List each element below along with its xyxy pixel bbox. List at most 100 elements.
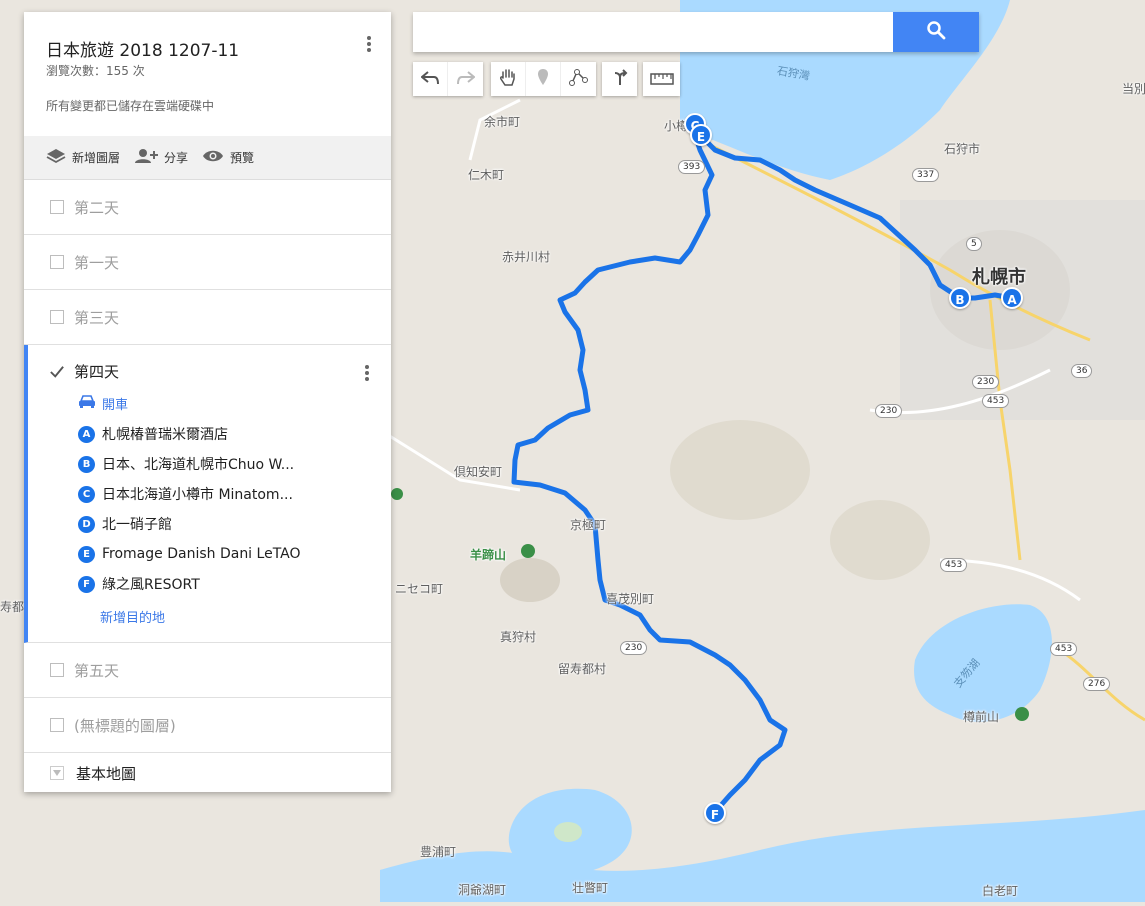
map-label-sapporo: 札幌市: [972, 267, 1026, 288]
map-legend-panel: 日本旅遊 2018 1207-11 瀏覽次數：155 次 所有變更都已儲存在雲端…: [24, 12, 391, 792]
layer-item-active[interactable]: 第四天 開車 A 札幌椿普瑞米爾酒店 B 日本、北海道札幌市Chuo W... C日…: [24, 345, 391, 643]
redo-icon: [456, 70, 476, 89]
stop-letter: A: [78, 425, 95, 443]
expand-arrow-icon: [50, 766, 64, 780]
search-icon: [926, 20, 946, 44]
hand-icon: [499, 67, 517, 91]
map-label-akaigawa: 赤井川村: [502, 250, 551, 264]
map-label-sobetsu: 壮瞥町: [572, 881, 609, 895]
route-stop[interactable]: C 日本北海道小樽市 Minatom...: [78, 485, 391, 503]
save-status: 所有變更都已儲存在雲端硬碟中: [46, 99, 215, 113]
stop-name: 日本北海道小樽市 Minatom...: [102, 487, 293, 503]
eye-icon: [202, 149, 230, 166]
road-shield: 453: [1050, 642, 1078, 656]
ruler-icon: [649, 70, 674, 89]
redo-button[interactable]: [448, 62, 483, 96]
map-label-toyako: 洞爺湖町: [458, 883, 507, 897]
layer-item[interactable]: 第二天: [24, 180, 391, 235]
measure-toolbar: [643, 62, 680, 96]
travel-mode[interactable]: 開車: [78, 394, 391, 413]
marker-icon: [537, 68, 549, 90]
road-shield: 230: [875, 404, 903, 418]
travel-mode-label: 開車: [102, 398, 129, 413]
measure-button[interactable]: [643, 62, 680, 96]
draw-toolbar: [491, 62, 596, 96]
map-label-tobetsu: 当別: [1122, 82, 1145, 96]
checkmark-icon: [50, 365, 64, 378]
route-marker-f[interactable]: F: [704, 802, 726, 824]
search-input[interactable]: [413, 12, 891, 52]
map-options-button[interactable]: [361, 34, 377, 56]
add-marker-button[interactable]: [526, 62, 561, 96]
layer-name: 第五天: [74, 661, 120, 680]
layer-checkbox[interactable]: [50, 718, 64, 732]
route-marker-e[interactable]: E: [690, 124, 712, 146]
map-label-makkari: 真狩村: [500, 630, 537, 644]
preview-label: 預覽: [230, 151, 255, 165]
add-directions-button[interactable]: [602, 62, 637, 96]
draw-line-icon: [568, 68, 589, 90]
add-person-icon: [134, 148, 164, 167]
stop-name: 北一硝子館: [102, 517, 172, 533]
layer-item[interactable]: 第五天: [24, 643, 391, 698]
route-marker-b[interactable]: B: [949, 287, 971, 309]
stop-name: Fromage Danish Dani LeTAO: [102, 546, 301, 562]
route-stop[interactable]: F 綠之風RESORT: [78, 575, 391, 593]
map-label-yoichi: 余市町: [484, 115, 521, 129]
road-shield: 230: [972, 375, 1000, 389]
history-toolbar: [413, 62, 483, 96]
share-label: 分享: [164, 151, 189, 165]
undo-button[interactable]: [413, 62, 448, 96]
layer-name: 第一天: [74, 253, 120, 272]
basemap-label: 基本地圖: [76, 764, 137, 783]
road-shield: 393: [678, 160, 706, 174]
map-label-kimobetsu: 喜茂別町: [606, 592, 655, 606]
add-layer-label: 新增圖層: [72, 151, 121, 165]
preview-button[interactable]: 預覽: [202, 149, 254, 166]
map-label-tarumae: 樽前山: [963, 710, 1000, 724]
map-title[interactable]: 日本旅遊 2018 1207-11: [46, 36, 239, 61]
stop-name: 綠之風RESORT: [102, 577, 200, 593]
car-icon: [78, 394, 102, 413]
layer-name: 第四天: [74, 363, 120, 381]
stop-letter: E: [78, 545, 95, 563]
search-button[interactable]: [893, 12, 979, 52]
layer-item[interactable]: (無標題的圖層): [24, 698, 391, 753]
stop-letter: D: [78, 515, 95, 533]
map-label-niseko: ニセコ町: [395, 582, 444, 596]
share-button[interactable]: 分享: [134, 148, 188, 167]
add-destination-link[interactable]: 新增目的地: [100, 607, 391, 626]
layer-item[interactable]: 第三天: [24, 290, 391, 345]
add-layer-button[interactable]: 新增圖層: [46, 148, 120, 167]
layer-checkbox[interactable]: [50, 200, 64, 214]
undo-icon: [420, 70, 439, 89]
layer-item[interactable]: 第一天: [24, 235, 391, 290]
directions-icon: [611, 68, 629, 90]
road-shield: 36: [1071, 364, 1093, 378]
road-shield: 230: [620, 641, 648, 655]
layer-checkbox-checked[interactable]: [50, 365, 64, 379]
stop-letter: F: [78, 575, 95, 593]
layer-checkbox[interactable]: [50, 255, 64, 269]
map-label-suttsu: 寿都: [0, 600, 25, 614]
map-label-yotei: 羊蹄山: [470, 548, 507, 562]
layer-options-button[interactable]: [365, 363, 369, 383]
pan-button[interactable]: [491, 62, 526, 96]
route-marker-a[interactable]: A: [1001, 287, 1023, 309]
layer-name: (無標題的圖層): [74, 716, 176, 735]
route-stop[interactable]: A 札幌椿普瑞米爾酒店: [78, 425, 391, 443]
map-label-rusutsu: 留寿都村: [558, 662, 607, 676]
basemap-toggle[interactable]: 基本地圖: [24, 753, 391, 793]
directions-toolbar: [602, 62, 637, 96]
route-stop[interactable]: D 北一硝子館: [78, 515, 391, 533]
road-shield: 453: [940, 558, 968, 572]
map-label-kutchan: 倶知安町: [454, 465, 503, 479]
route-stop[interactable]: E Fromage Danish Dani LeTAO: [78, 545, 391, 563]
map-label-ishikari: 石狩市: [944, 142, 981, 156]
draw-line-button[interactable]: [561, 62, 596, 96]
layer-checkbox[interactable]: [50, 663, 64, 677]
layers-icon: [46, 148, 72, 167]
layer-name: 第三天: [74, 308, 120, 327]
route-stop[interactable]: B 日本、北海道札幌市Chuo W...: [78, 455, 391, 473]
layer-checkbox[interactable]: [50, 310, 64, 324]
